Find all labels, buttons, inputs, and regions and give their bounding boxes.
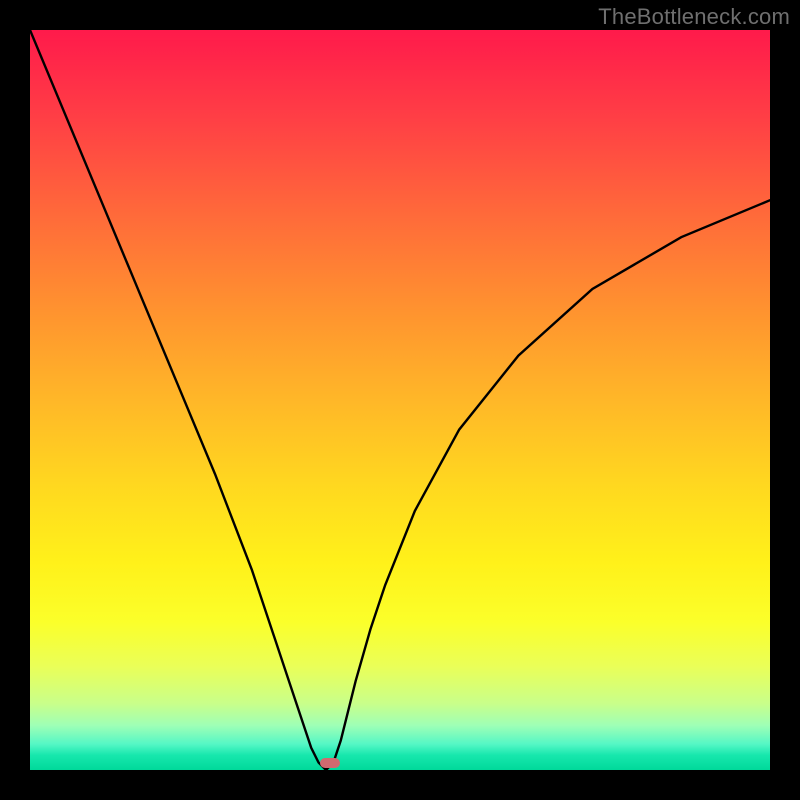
plot-area xyxy=(30,30,770,770)
minimum-marker xyxy=(320,758,340,768)
chart-frame: TheBottleneck.com xyxy=(0,0,800,800)
watermark-text: TheBottleneck.com xyxy=(598,4,790,30)
curve-svg xyxy=(30,30,770,770)
bottleneck-curve xyxy=(30,30,770,770)
